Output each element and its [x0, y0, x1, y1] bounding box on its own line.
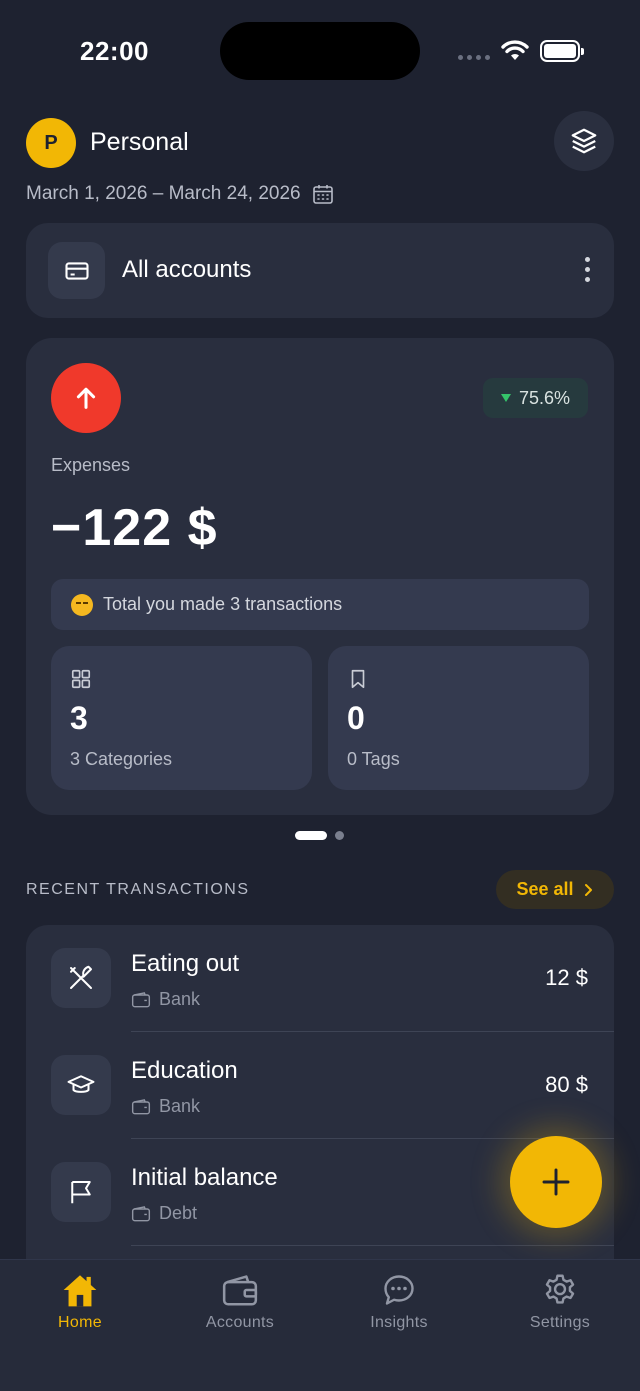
layers-icon: [571, 128, 597, 154]
transaction-account-name: Bank: [159, 1096, 201, 1116]
chat-icon: [384, 1275, 414, 1305]
date-range[interactable]: March 1, 2026 – March 24, 2026: [26, 182, 335, 206]
status-bar: 22:00: [0, 0, 640, 100]
transaction-account: Bank: [131, 989, 200, 1010]
avatar[interactable]: P: [26, 118, 76, 168]
wallet-icon: [222, 1275, 258, 1306]
transaction-account: Debt: [131, 1203, 197, 1224]
add-transaction-button[interactable]: [510, 1136, 602, 1228]
credit-card-icon: [64, 261, 89, 280]
transaction-account: Bank: [131, 1096, 200, 1117]
graduation-cap-icon: [67, 1075, 95, 1093]
transaction-name: Initial balance: [131, 1164, 278, 1191]
tab-insights-label: Insights: [370, 1314, 428, 1331]
categories-label: 3 Categories: [70, 749, 173, 769]
accounts-selector[interactable]: All accounts: [26, 223, 614, 318]
card-icon-box: [48, 242, 105, 299]
accounts-label: All accounts: [122, 256, 252, 283]
page-dot-active[interactable]: [295, 831, 327, 840]
transactions-total-text: Total you made 3 transactions: [103, 594, 343, 614]
calendar-icon: [312, 185, 333, 204]
tags-count: 0: [347, 700, 365, 736]
arrow-up-icon: [76, 387, 96, 409]
home-icon: [63, 1275, 97, 1307]
tags-stat[interactable]: 0 0 Tags: [328, 646, 589, 790]
profile-header: P Personal: [26, 111, 614, 172]
transactions-list: Eating out Bank 12 $ Education Bank 80 $: [26, 925, 614, 1285]
dynamic-island: [220, 22, 420, 80]
see-all-button[interactable]: See all: [496, 870, 614, 909]
transaction-amount: 80 $: [545, 1072, 588, 1097]
chevron-right-icon: [584, 883, 592, 896]
more-options-icon[interactable]: [585, 257, 590, 282]
transaction-row[interactable]: Eating out Bank 12 $: [26, 925, 614, 1032]
expense-label: Expenses: [51, 455, 131, 475]
date-range-text: March 1, 2026 – March 24, 2026: [26, 183, 301, 204]
tab-home-label: Home: [58, 1314, 102, 1331]
categories-stat[interactable]: 3 3 Categories: [51, 646, 312, 790]
gear-icon: [545, 1274, 575, 1304]
page-dot[interactable]: [335, 831, 344, 840]
fork-knife-icon: [70, 965, 92, 989]
status-time: 22:00: [80, 36, 149, 66]
grid-icon: [71, 669, 91, 689]
divider: [131, 1245, 614, 1246]
tab-accounts-label: Accounts: [205, 1314, 275, 1331]
transaction-amount: 12 $: [545, 965, 588, 990]
signal-icon: [458, 55, 490, 60]
change-percent: 75.6%: [518, 387, 570, 408]
wifi-icon: [501, 40, 529, 60]
transaction-account-name: Bank: [159, 989, 201, 1009]
tab-insights[interactable]: Insights: [339, 1272, 459, 1342]
plus-icon: [542, 1168, 570, 1196]
tab-bar: Home Accounts Insights Settings: [0, 1259, 640, 1391]
transaction-name: Eating out: [131, 950, 240, 977]
tags-label: 0 Tags: [347, 749, 400, 769]
wallet-icon: [131, 1205, 151, 1221]
emoji-icon: [71, 593, 93, 616]
recent-transactions-title: RECENT TRANSACTIONS: [26, 881, 250, 898]
wallet-icon: [131, 1098, 151, 1114]
transactions-total-banner: Total you made 3 transactions: [51, 579, 589, 630]
wallet-icon: [131, 991, 151, 1007]
transaction-icon-box: [51, 1055, 111, 1115]
triangle-down-icon: [500, 394, 511, 402]
tab-accounts[interactable]: Accounts: [180, 1272, 300, 1342]
layers-button[interactable]: [554, 111, 614, 171]
flag-icon: [71, 1181, 91, 1204]
expense-summary-card[interactable]: 75.6% Expenses −122 $ Total you made 3 t…: [26, 338, 614, 815]
see-all-label: See all: [516, 879, 574, 899]
tab-home[interactable]: Home: [20, 1272, 140, 1342]
expense-amount: −122 $: [51, 499, 218, 557]
battery-icon: [540, 40, 584, 62]
transaction-icon-box: [51, 1162, 111, 1222]
transaction-icon-box: [51, 948, 111, 1008]
tab-settings-label: Settings: [529, 1314, 591, 1331]
transaction-row[interactable]: Education Bank 80 $: [26, 1032, 614, 1139]
profile-name[interactable]: Personal: [90, 128, 189, 157]
categories-count: 3: [70, 700, 88, 736]
tab-settings[interactable]: Settings: [500, 1272, 620, 1342]
change-badge: 75.6%: [482, 378, 588, 418]
bookmark-icon: [351, 669, 365, 689]
transaction-account-name: Debt: [159, 1203, 198, 1223]
page-indicator[interactable]: [295, 831, 344, 840]
transaction-name: Education: [131, 1057, 238, 1084]
expense-indicator: [51, 363, 121, 433]
